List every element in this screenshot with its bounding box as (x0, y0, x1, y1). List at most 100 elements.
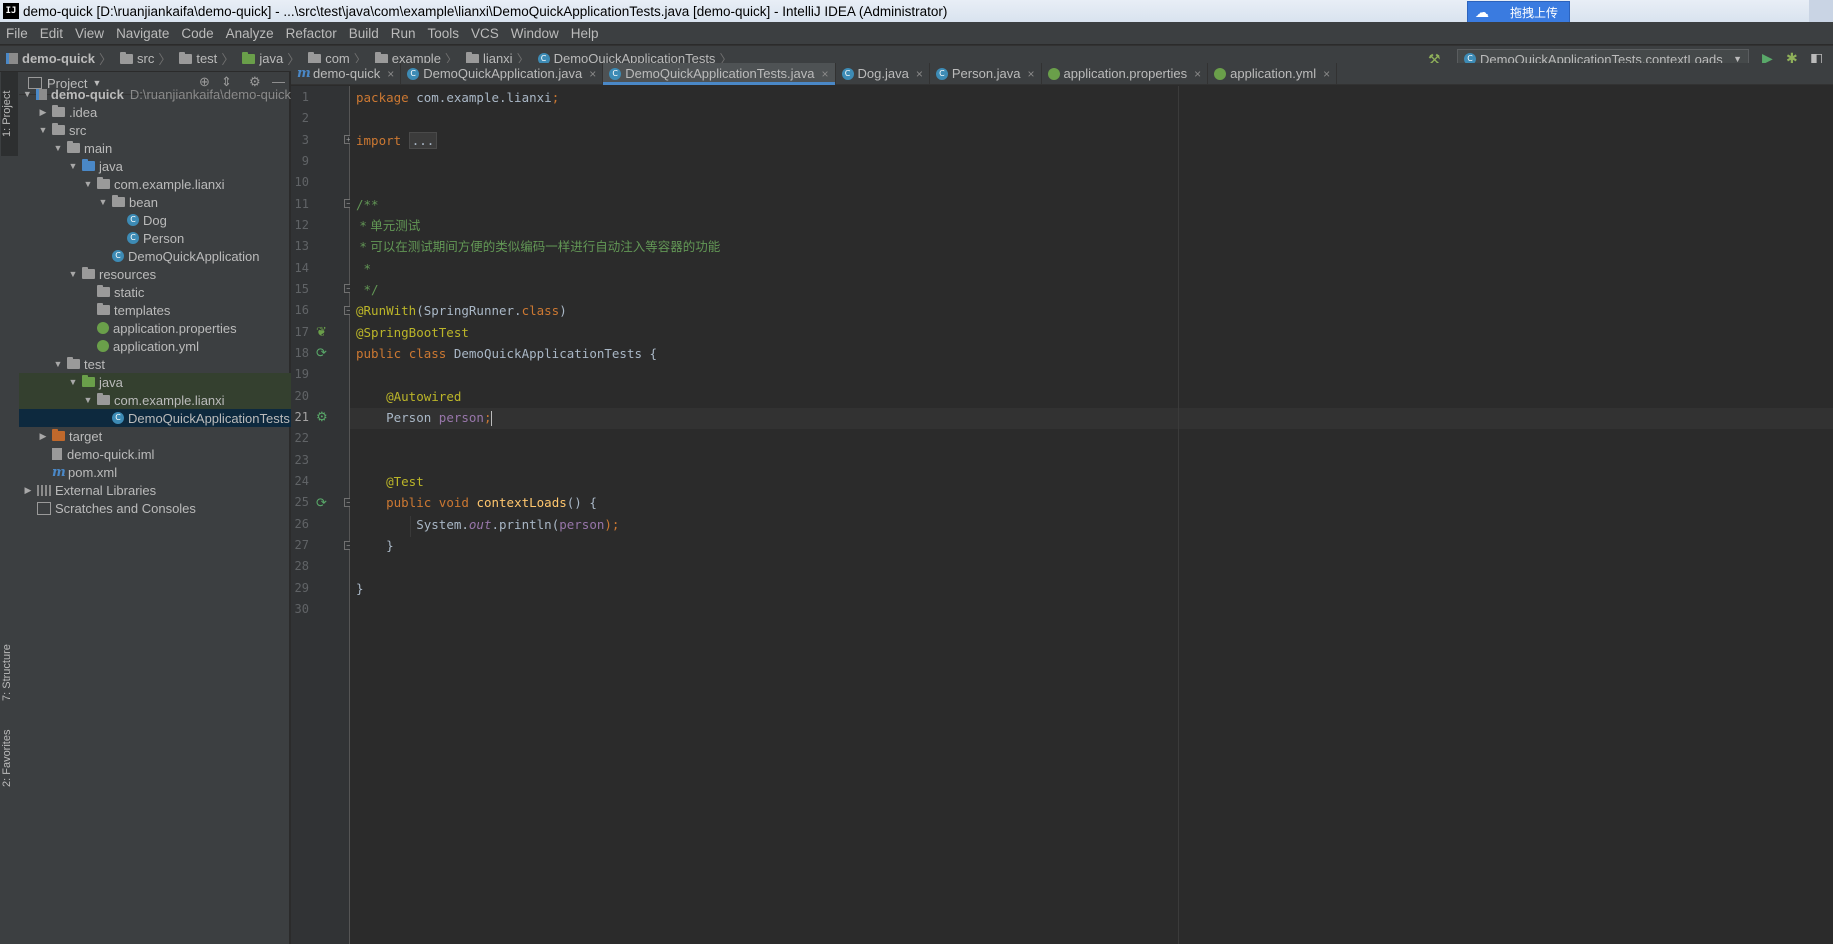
spring-boot-icon[interactable]: ❦ (316, 324, 327, 340)
close-icon[interactable]: × (1028, 67, 1035, 81)
menu-tools[interactable]: Tools (422, 26, 466, 41)
class-icon: C (127, 232, 139, 244)
upload-button[interactable]: ☁ 拖拽上传 (1467, 1, 1570, 23)
menu-run[interactable]: Run (385, 26, 422, 41)
tree-node-iml[interactable]: demo-quick.iml (19, 445, 306, 463)
menu-vcs[interactable]: VCS (465, 26, 505, 41)
line-number: 18 (294, 346, 309, 360)
breadcrumb-test[interactable]: test 〉 (173, 49, 236, 68)
breadcrumb-module[interactable]: demo-quick 〉 (0, 49, 114, 68)
close-icon[interactable]: × (1323, 67, 1330, 81)
tree-node-project-root[interactable]: ▼ demo-quick D:\ruanjiankaifa\demo-quick (19, 85, 291, 103)
line-number: 22 (294, 431, 309, 445)
class-icon: C (407, 67, 420, 80)
tab-dog[interactable]: C Dog.java × (836, 63, 930, 84)
line-number: 9 (301, 154, 309, 168)
spring-config-icon (1214, 67, 1227, 80)
menu-analyze[interactable]: Analyze (220, 26, 280, 41)
tree-node-external-libraries[interactable]: ▶ External Libraries (19, 481, 291, 499)
upload-button-label: 拖拽上传 (1510, 5, 1559, 20)
menu-build[interactable]: Build (343, 26, 385, 41)
autowired-navigate-icon[interactable]: ⚙ (316, 409, 328, 425)
current-line-highlight (350, 408, 1833, 429)
left-tool-strip: 1: Project 7: Structure 2: Favorites (0, 72, 20, 944)
close-icon[interactable]: × (1194, 67, 1201, 81)
run-test-method-icon[interactable]: ⟳ (316, 495, 327, 511)
close-icon[interactable]: × (387, 67, 394, 81)
tab-application-properties[interactable]: application.properties × (1042, 63, 1209, 84)
title-bar: IJ demo-quick [D:\ruanjiankaifa\demo-qui… (0, 0, 1833, 23)
tree-node-main[interactable]: ▼ main (19, 139, 321, 157)
menu-bar: File Edit View Navigate Code Analyze Ref… (0, 22, 1833, 44)
close-icon[interactable]: × (916, 67, 923, 81)
cloud-icon: ☁ (1475, 3, 1489, 20)
tree-node-scratches[interactable]: Scratches and Consoles (19, 499, 291, 517)
line-number: 21 (294, 410, 309, 424)
line-number: 14 (294, 261, 309, 275)
line-number: 2 (301, 111, 309, 125)
folder-icon (67, 357, 80, 369)
line-number: 23 (294, 453, 309, 467)
menu-navigate[interactable]: Navigate (110, 26, 175, 41)
tree-node-pom[interactable]: m pom.xml (19, 463, 306, 481)
tree-node-resources[interactable]: ▼ resources (19, 265, 336, 283)
module-icon (35, 88, 47, 100)
menu-view[interactable]: View (69, 26, 110, 41)
folder-icon (97, 285, 110, 297)
line-number: 15 (294, 282, 309, 296)
line-number: 29 (294, 581, 309, 595)
spring-config-icon (97, 340, 109, 352)
line-number: 19 (294, 367, 309, 381)
tab-demo-quick-application[interactable]: C DemoQuickApplication.java × (401, 63, 604, 84)
tab-demo-quick-application-tests[interactable]: C DemoQuickApplicationTests.java × (603, 63, 836, 85)
code-line-17: @SpringBootTest (356, 325, 469, 340)
tab-person[interactable]: C Person.java × (930, 63, 1042, 84)
test-class-icon: C (609, 67, 622, 80)
test-class-icon: C (112, 412, 124, 424)
menu-file[interactable]: File (0, 26, 34, 41)
menu-window[interactable]: Window (505, 26, 565, 41)
menu-help[interactable]: Help (565, 26, 605, 41)
line-number: 12 (294, 218, 309, 232)
menu-refactor[interactable]: Refactor (280, 26, 343, 41)
tree-node-test[interactable]: ▼ test (19, 355, 321, 373)
code-editor[interactable]: package com.example.lianxi; import ... /… (350, 86, 1833, 944)
code-line-11: /** (356, 197, 379, 212)
code-line-15: */ (356, 282, 379, 297)
tree-node-src[interactable]: ▼ src (19, 121, 306, 139)
tree-node-idea[interactable]: ▶ .idea (19, 103, 306, 121)
spring-boot-class-icon: C (112, 250, 124, 262)
tool-tab-favorites[interactable]: 2: Favorites (1, 722, 18, 794)
code-line-24: @Test (386, 474, 424, 489)
code-line-27: } (386, 538, 394, 553)
code-line-16: @RunWith(SpringRunner.class) (356, 303, 567, 318)
code-line-29: } (356, 581, 364, 596)
tree-node-target[interactable]: ▶ target (19, 427, 306, 445)
folded-imports[interactable]: ... (408, 132, 438, 149)
class-icon: C (841, 67, 854, 80)
menu-code[interactable]: Code (175, 26, 219, 41)
close-icon[interactable]: × (589, 67, 596, 81)
code-line-20: @Autowired (386, 389, 462, 404)
tree-node-main-java[interactable]: ▼ java (19, 157, 336, 175)
editor-gutter[interactable]: 1 2 3 9 10 11 12 13 14 15 16 17 18 19 20… (291, 86, 353, 944)
window-title: demo-quick [D:\ruanjiankaifa\demo-quick]… (23, 3, 948, 19)
line-number: 20 (294, 389, 309, 403)
close-icon[interactable]: × (822, 67, 829, 81)
breadcrumb-src[interactable]: src 〉 (114, 49, 173, 68)
intellij-icon: IJ (3, 3, 19, 19)
scratch-icon (37, 501, 51, 515)
window-controls[interactable] (1809, 0, 1833, 22)
code-line-1: package com.example.lianxi; (356, 90, 560, 105)
folder-icon (52, 123, 65, 135)
tab-application-yml[interactable]: application.yml × (1208, 63, 1338, 84)
menu-edit[interactable]: Edit (34, 26, 69, 41)
run-test-class-icon[interactable]: ⟳ (316, 345, 327, 361)
tree-node-test-java[interactable]: ▼ java (19, 373, 336, 391)
editor-tabs: m demo-quick × C DemoQuickApplication.java ×… (291, 63, 1833, 85)
tab-demo-quick[interactable]: m demo-quick × (291, 63, 402, 84)
tool-tab-structure[interactable]: 7: Structure (1, 638, 18, 708)
tool-tab-project[interactable]: 1: Project (1, 72, 18, 156)
right-margin-guide (1178, 86, 1179, 944)
spring-config-icon (1047, 67, 1060, 80)
